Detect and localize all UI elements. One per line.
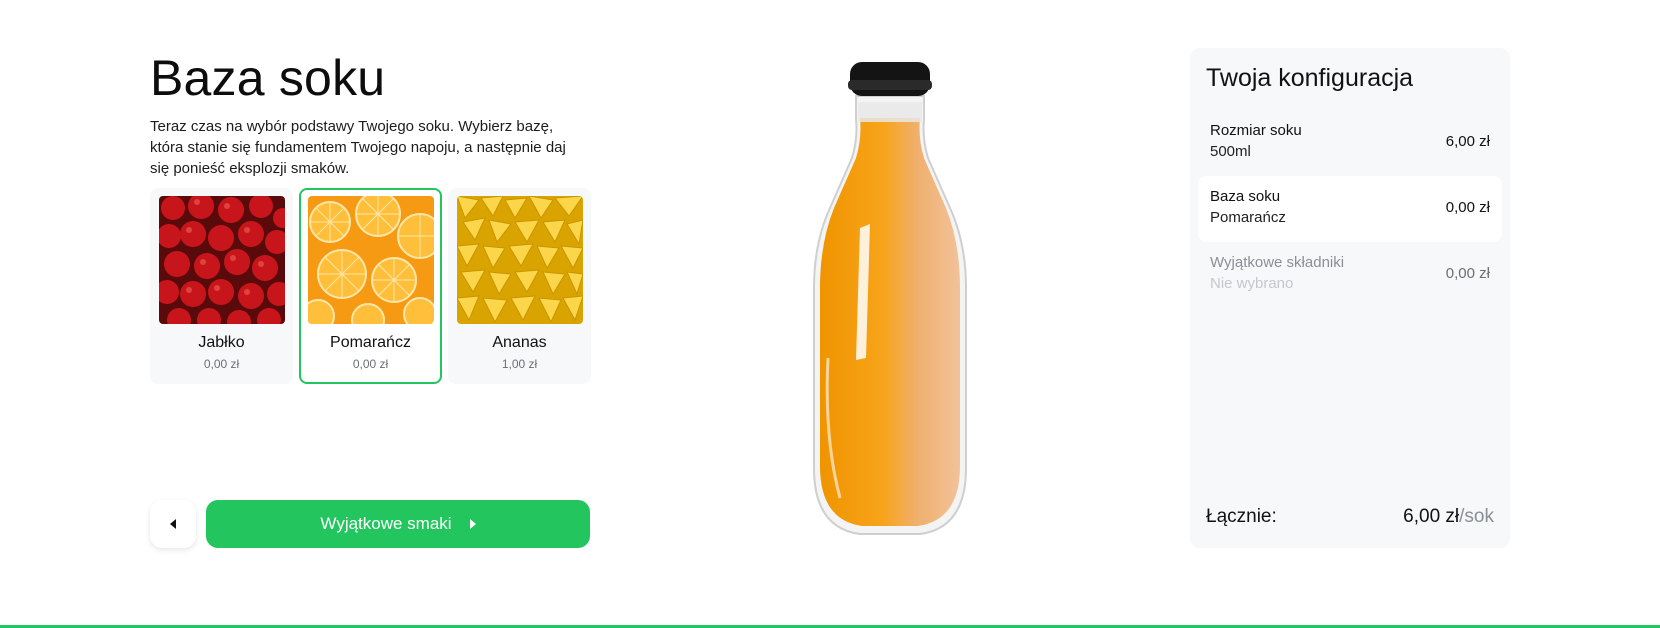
base-options: Jabłko 0,00 zł Pomarańcz 0,00 zł Ananas …: [150, 188, 591, 384]
summary-title: Twoja konfiguracja: [1206, 64, 1414, 92]
apples-image: [158, 196, 285, 324]
option-name: Jabłko: [198, 334, 245, 351]
option-card-orange[interactable]: Pomarańcz 0,00 zł: [299, 188, 442, 384]
summary-row-price: 6,00 zł: [1445, 133, 1490, 150]
total-amount: 6,00 zł/sok: [1403, 506, 1494, 528]
summary-row-price: 0,00 zł: [1445, 199, 1490, 216]
juice-bottle-image: [800, 58, 980, 544]
pineapple-image: [456, 196, 583, 324]
configuration-summary: Twoja konfiguracja Rozmiar soku 500ml 6,…: [1190, 48, 1510, 548]
summary-row-label: Wyjątkowe składniki: [1210, 254, 1345, 271]
option-price: 1,00 zł: [501, 357, 538, 371]
chevron-right-icon: [469, 519, 476, 529]
summary-total: Łącznie: 6,00 zł/sok: [1206, 506, 1494, 532]
total-label: Łącznie:: [1206, 506, 1277, 527]
option-price: 0,00 zł: [352, 357, 389, 371]
step-header: Baza soku Teraz czas na wybór podstawy T…: [150, 48, 590, 179]
option-price: 0,00 zł: [203, 357, 240, 371]
summary-row-base[interactable]: Baza soku Pomarańcz 0,00 zł: [1198, 176, 1502, 242]
oranges-image: [307, 196, 434, 324]
total-price: 6,00 zł: [1403, 506, 1460, 527]
summary-row-label: Rozmiar soku: [1210, 122, 1302, 139]
next-step-button[interactable]: Wyjątkowe smaki: [206, 500, 590, 548]
page-title: Baza soku: [150, 50, 386, 106]
next-step-label: Wyjątkowe smaki: [320, 514, 452, 533]
chevron-left-icon: [170, 519, 176, 529]
summary-row-value: Nie wybrano: [1210, 275, 1294, 292]
option-name: Ananas: [492, 334, 547, 351]
summary-row-value: Pomarańcz: [1210, 209, 1286, 226]
option-card-apple[interactable]: Jabłko 0,00 zł: [150, 188, 293, 384]
option-name: Pomarańcz: [330, 334, 411, 351]
back-button[interactable]: [150, 500, 196, 548]
step-description: Teraz czas na wybór podstawy Twojego sok…: [150, 118, 566, 177]
summary-row-value: 500ml: [1210, 143, 1251, 160]
option-card-pineapple[interactable]: Ananas 1,00 zł: [448, 188, 591, 384]
summary-row-size[interactable]: Rozmiar soku 500ml 6,00 zł: [1198, 110, 1502, 176]
summary-row-price: 0,00 zł: [1445, 265, 1490, 282]
summary-row-label: Baza soku: [1210, 188, 1281, 205]
summary-row-special-ingredients[interactable]: Wyjątkowe składniki Nie wybrano 0,00 zł: [1198, 242, 1502, 308]
total-unit: /sok: [1459, 506, 1494, 527]
